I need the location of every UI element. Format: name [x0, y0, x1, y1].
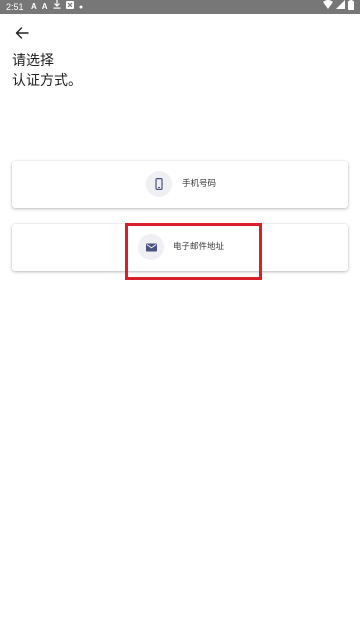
- more-notifications-dot-icon: [79, 0, 83, 14]
- battery-icon: [348, 0, 354, 15]
- auth-method-screen: 2:51 A A 请选择 认证方式。 手机号码 电子邮件地址: [0, 0, 360, 640]
- status-notification-icons: A A: [31, 0, 83, 14]
- smartphone-icon: [155, 178, 163, 190]
- back-button[interactable]: [12, 23, 32, 43]
- arrow-left-icon: [15, 27, 29, 39]
- status-time: 2:51: [6, 2, 24, 12]
- app-notification-icon: [65, 0, 74, 14]
- option-phone-label: 手机号码: [182, 179, 217, 189]
- option-icon-badge: [146, 171, 172, 197]
- option-icon-badge: [138, 234, 164, 260]
- option-email-label: 电子邮件地址: [173, 242, 225, 252]
- notification-a-icon: A: [41, 2, 48, 11]
- mail-icon: [145, 243, 157, 251]
- page-title: 请选择 认证方式。: [12, 53, 82, 89]
- status-system-icons: [323, 0, 354, 14]
- wifi-icon: [323, 0, 333, 14]
- option-email-address[interactable]: 电子邮件地址: [12, 224, 348, 271]
- option-phone-number[interactable]: 手机号码: [12, 161, 348, 208]
- signal-icon: [336, 0, 345, 14]
- download-icon: [53, 0, 61, 14]
- notification-a-icon: A: [31, 2, 37, 11]
- status-bar: 2:51 A A: [0, 0, 360, 14]
